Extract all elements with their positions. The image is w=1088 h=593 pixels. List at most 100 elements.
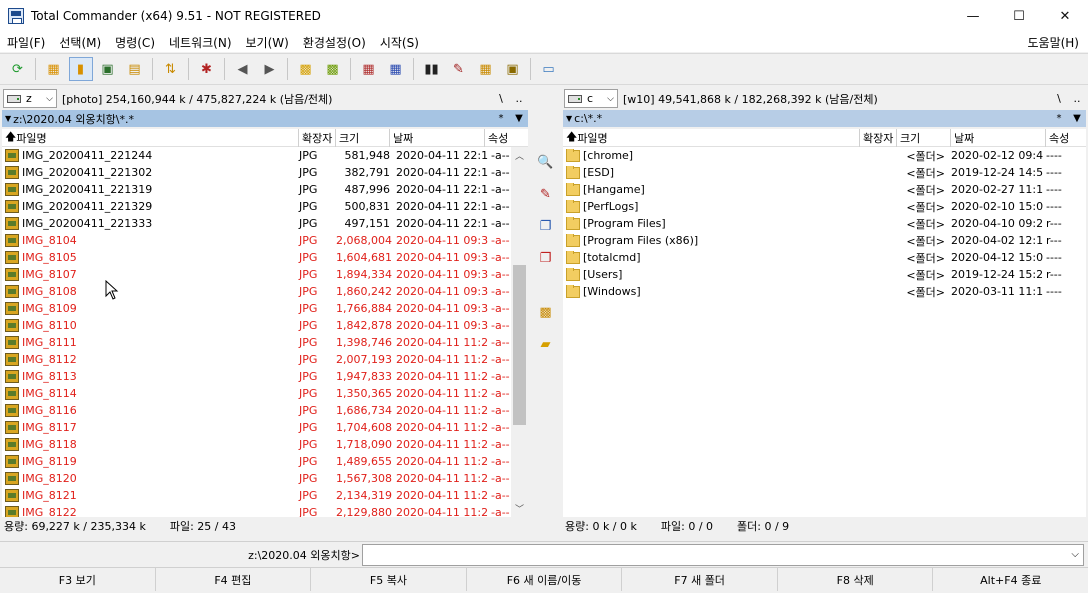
- menu-configuration[interactable]: 환경설정(O): [296, 34, 373, 51]
- chevron-down-icon[interactable]: ⌵: [1071, 549, 1079, 560]
- unpack-icon[interactable]: ▩: [321, 57, 345, 81]
- brief-view-icon[interactable]: ▦: [42, 57, 66, 81]
- left-scrollbar[interactable]: ︿ ﹀: [511, 147, 528, 517]
- right-col-attr[interactable]: 속성: [1046, 129, 1086, 147]
- refresh-icon[interactable]: ⟳: [6, 57, 30, 81]
- file-row[interactable]: IMG_8121 JPG 2,134,319 2020-04-11 11:25 -a--: [2, 487, 528, 504]
- maximize-button[interactable]: ☐: [996, 0, 1042, 32]
- left-root-button[interactable]: \: [492, 92, 510, 105]
- file-row[interactable]: IMG_8113 JPG 1,947,833 2020-04-11 11:23 -a--: [2, 368, 528, 385]
- file-row[interactable]: IMG_8110 JPG 1,842,878 2020-04-11 09:34 -a--: [2, 317, 528, 334]
- folder-row[interactable]: [Program Files (x86)] <폴더> 2020-04-02 12:1…: [563, 232, 1086, 249]
- tree-view-icon[interactable]: ▤: [123, 57, 147, 81]
- minimize-button[interactable]: —: [950, 0, 996, 32]
- left-col-date[interactable]: 날짜: [390, 128, 485, 147]
- folder-row[interactable]: [totalcmd] <폴더> 2020-04-12 15:09 ----: [563, 249, 1086, 266]
- file-row[interactable]: IMG_20200411_221244 JPG 581,948 2020-04-11 …: [2, 147, 528, 164]
- pack-files-icon[interactable]: ▩: [534, 300, 558, 324]
- edit-file-icon[interactable]: ✎: [534, 182, 558, 206]
- folder-row[interactable]: [Hangame] <폴더> 2020-02-27 11:16 ----: [563, 181, 1086, 198]
- left-col-ext[interactable]: 확장자: [299, 128, 336, 147]
- thumbnail-view-icon[interactable]: ▣: [96, 57, 120, 81]
- menu-start[interactable]: 시작(S): [373, 34, 426, 51]
- folder-row[interactable]: [PerfLogs] <폴더> 2020-02-10 15:03 ----: [563, 198, 1086, 215]
- file-row[interactable]: IMG_8108 JPG 1,860,242 2020-04-11 09:34 -a--: [2, 283, 528, 300]
- f7-mkdir-button[interactable]: F7 새 폴더: [622, 568, 778, 591]
- file-row[interactable]: IMG_8104 JPG 2,068,004 2020-04-11 09:34 -a--: [2, 232, 528, 249]
- notepad-icon[interactable]: ▭: [537, 57, 561, 81]
- invert-selection-icon[interactable]: ⇅: [159, 57, 183, 81]
- back-icon[interactable]: ◀: [231, 57, 255, 81]
- full-view-icon[interactable]: ▮: [68, 57, 93, 81]
- left-col-size[interactable]: 크기: [336, 128, 390, 147]
- scroll-thumb[interactable]: [513, 265, 526, 425]
- sync-dirs-icon[interactable]: ▦: [474, 57, 498, 81]
- folder-row[interactable]: [Windows] <폴더> 2020-03-11 11:13 ----: [563, 283, 1086, 300]
- menu-show[interactable]: 보기(W): [239, 34, 296, 51]
- f4-edit-button[interactable]: F4 편집: [156, 568, 312, 591]
- pack-icon[interactable]: ▩: [294, 57, 318, 81]
- folder-row[interactable]: [Users] <폴더> 2019-12-24 15:21 r---: [563, 266, 1086, 283]
- scroll-up-icon[interactable]: ︿: [511, 147, 528, 164]
- right-up-button[interactable]: ..: [1068, 92, 1086, 105]
- new-folder-icon[interactable]: ▰: [534, 332, 558, 356]
- left-up-button[interactable]: ..: [510, 92, 528, 105]
- file-row[interactable]: IMG_8107 JPG 1,894,334 2020-04-11 09:34 -a--: [2, 266, 528, 283]
- left-filter-star[interactable]: *: [492, 113, 510, 124]
- right-root-button[interactable]: \: [1050, 92, 1068, 105]
- left-col-attr[interactable]: 속성: [485, 129, 528, 147]
- move-file-icon[interactable]: ❐: [534, 246, 558, 270]
- cleanup-icon[interactable]: ✱: [195, 57, 219, 81]
- file-row[interactable]: IMG_8118 JPG 1,718,090 2020-04-11 11:24 -a--: [2, 436, 528, 453]
- scroll-down-icon[interactable]: ﹀: [511, 500, 528, 517]
- f6-move-button[interactable]: F6 새 이름/이동: [467, 568, 623, 591]
- view-file-icon[interactable]: 🔍: [534, 150, 558, 174]
- compare-icon[interactable]: ▣: [501, 57, 525, 81]
- file-row[interactable]: IMG_8116 JPG 1,686,734 2020-04-11 11:24 -a--: [2, 402, 528, 419]
- menu-mark[interactable]: 선택(M): [52, 34, 108, 51]
- file-row[interactable]: IMG_8109 JPG 1,766,884 2020-04-11 09:34 -a--: [2, 300, 528, 317]
- file-row[interactable]: IMG_8119 JPG 1,489,655 2020-04-11 11:24 -a--: [2, 453, 528, 470]
- f8-delete-button[interactable]: F8 삭제: [778, 568, 934, 591]
- url-icon[interactable]: ▦: [384, 57, 408, 81]
- left-file-list[interactable]: IMG_20200411_221244 JPG 581,948 2020-04-11 …: [2, 147, 528, 517]
- multi-rename-icon[interactable]: ✎: [447, 57, 471, 81]
- file-row[interactable]: IMG_8112 JPG 2,007,193 2020-04-11 11:23 -a--: [2, 351, 528, 368]
- command-input[interactable]: ⌵: [362, 543, 1084, 566]
- left-filter-arrow[interactable]: ▼: [510, 113, 528, 124]
- menu-commands[interactable]: 명령(C): [108, 34, 162, 51]
- ftp-icon[interactable]: ▦: [357, 57, 381, 81]
- right-drive-selector[interactable]: c ⌵: [564, 89, 618, 108]
- file-row[interactable]: IMG_8117 JPG 1,704,608 2020-04-11 11:24 -a--: [2, 419, 528, 436]
- right-col-size[interactable]: 크기: [897, 128, 951, 147]
- file-row[interactable]: IMG_20200411_221319 JPG 487,996 2020-04-11 …: [2, 181, 528, 198]
- right-file-list[interactable]: [chrome] <폴더> 2020-02-12 09:42 ---- [ESD] <폴더…: [563, 147, 1086, 517]
- file-row[interactable]: IMG_8111 JPG 1,398,746 2020-04-11 11:23 -a--: [2, 334, 528, 351]
- file-row[interactable]: IMG_20200411_221302 JPG 382,791 2020-04-11 …: [2, 164, 528, 181]
- file-row[interactable]: IMG_20200411_221333 JPG 497,151 2020-04-11 …: [2, 215, 528, 232]
- folder-row[interactable]: [ESD] <폴더> 2019-12-24 14:53 ----: [563, 164, 1086, 181]
- left-col-name[interactable]: 🡅 파일명: [2, 128, 299, 147]
- f5-copy-button[interactable]: F5 복사: [311, 568, 467, 591]
- right-path-bar[interactable]: ▼ c:\*.* * ▼: [563, 110, 1086, 127]
- left-drive-selector[interactable]: z ⌵: [3, 89, 57, 108]
- right-col-ext[interactable]: 확장자: [860, 128, 897, 147]
- file-row[interactable]: IMG_8120 JPG 1,567,308 2020-04-11 11:24 -a--: [2, 470, 528, 487]
- folder-row[interactable]: [chrome] <폴더> 2020-02-12 09:42 ----: [563, 147, 1086, 164]
- menu-net[interactable]: 네트워크(N): [162, 34, 239, 51]
- history-arrow-icon[interactable]: ▼: [5, 114, 11, 123]
- alt-f4-exit-button[interactable]: Alt+F4 종료: [933, 568, 1088, 591]
- right-col-name[interactable]: 🡅 파일명: [563, 128, 860, 147]
- menu-file[interactable]: 파일(F): [0, 34, 52, 51]
- menu-help[interactable]: 도움말(H): [1020, 34, 1086, 51]
- f3-view-button[interactable]: F3 보기: [0, 568, 156, 591]
- history-arrow-icon[interactable]: ▼: [566, 114, 572, 123]
- close-button[interactable]: ✕: [1042, 0, 1088, 32]
- right-col-date[interactable]: 날짜: [951, 128, 1046, 147]
- file-row[interactable]: IMG_8114 JPG 1,350,365 2020-04-11 11:24 -a--: [2, 385, 528, 402]
- right-filter-star[interactable]: *: [1050, 113, 1068, 124]
- copy-file-icon[interactable]: ❐: [534, 214, 558, 238]
- file-row[interactable]: IMG_8122 JPG 2,129,880 2020-04-11 11:25 -a--: [2, 504, 528, 517]
- file-row[interactable]: IMG_20200411_221329 JPG 500,831 2020-04-11 …: [2, 198, 528, 215]
- forward-icon[interactable]: ▶: [258, 57, 282, 81]
